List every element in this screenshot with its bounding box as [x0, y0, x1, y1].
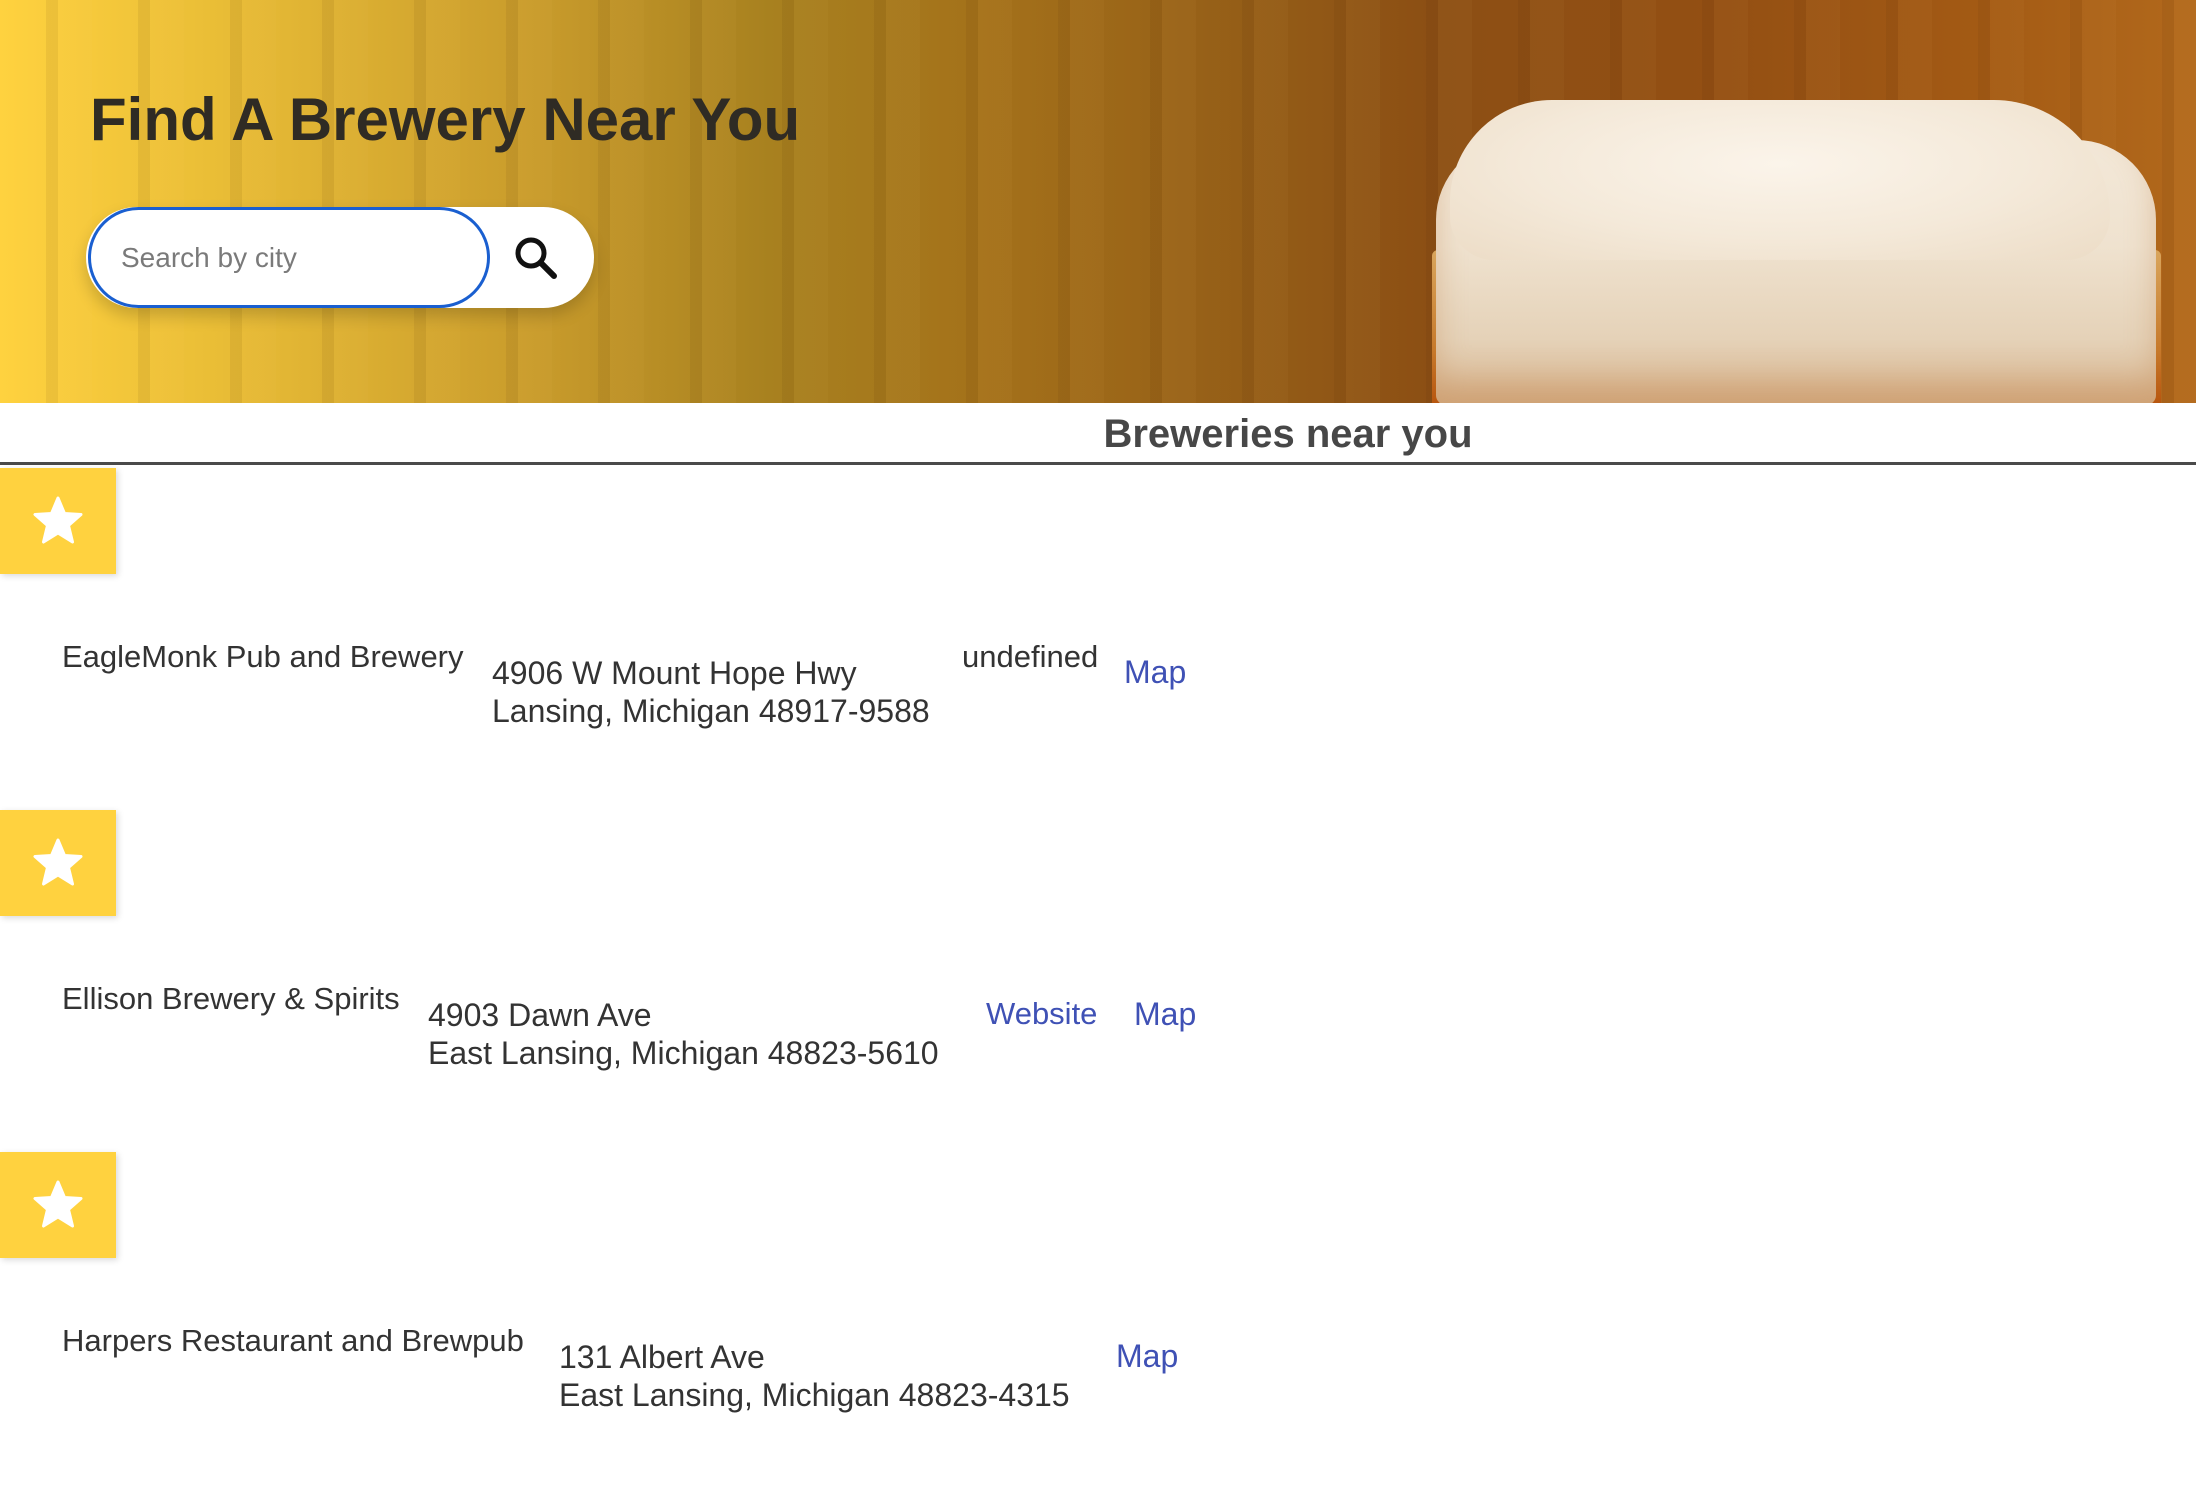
beer-foam-top-image [1450, 100, 2110, 260]
brewery-name: Harpers Restaurant and Brewpub [62, 1323, 524, 1358]
star-icon [0, 496, 116, 546]
favorite-button[interactable] [0, 1152, 116, 1258]
brewery-name: Ellison Brewery & Spirits [62, 981, 400, 1016]
address-city: East Lansing, Michigan 48823-5610 [428, 1035, 939, 1071]
page-title: Find A Brewery Near You [90, 86, 801, 153]
brewery-item: Ellison Brewery & Spirits 4903 Dawn Ave … [0, 810, 2196, 1152]
address-street: 4906 W Mount Hope Hwy [492, 655, 857, 691]
brewery-item: Harpers Restaurant and Brewpub 131 Alber… [0, 1152, 2196, 1494]
search-icon [496, 233, 576, 283]
results-heading: Breweries near you [0, 403, 2196, 465]
brewery-address: 4903 Dawn Ave East Lansing, Michigan 488… [428, 996, 939, 1072]
search-input[interactable] [88, 207, 490, 308]
favorite-button[interactable] [0, 468, 116, 574]
brewery-address: 4906 W Mount Hope Hwy Lansing, Michigan … [492, 654, 930, 730]
map-link[interactable]: Map [1116, 1338, 1178, 1375]
map-link[interactable]: Map [1134, 996, 1196, 1033]
favorite-button[interactable] [0, 810, 116, 916]
address-city: Lansing, Michigan 48917-9588 [492, 693, 930, 729]
brewery-address: 131 Albert Ave East Lansing, Michigan 48… [559, 1338, 1070, 1414]
address-city: East Lansing, Michigan 48823-4315 [559, 1377, 1070, 1413]
brewery-website: undefined [962, 639, 1099, 674]
website-link[interactable]: Website [986, 996, 1097, 1032]
star-icon [0, 1180, 116, 1230]
address-street: 131 Albert Ave [559, 1339, 765, 1375]
search-bar [86, 207, 594, 308]
brewery-item: EagleMonk Pub and Brewery 4906 W Mount H… [0, 468, 2196, 810]
brewery-name: EagleMonk Pub and Brewery [62, 639, 464, 674]
hero-banner: Find A Brewery Near You [0, 0, 2196, 403]
address-street: 4903 Dawn Ave [428, 997, 652, 1033]
search-button[interactable] [496, 221, 576, 295]
star-icon [0, 838, 116, 888]
map-link[interactable]: Map [1124, 654, 1186, 691]
